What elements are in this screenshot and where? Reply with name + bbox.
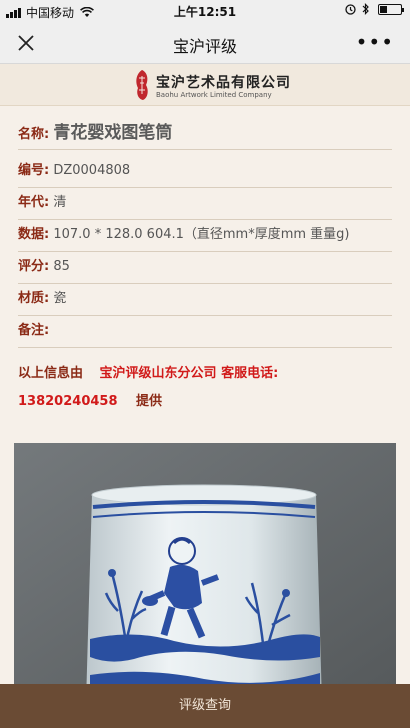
customer-service-phone[interactable]: 13820240458 — [18, 394, 118, 409]
status-bar: 中国移动 上午12:51 — [0, 0, 410, 22]
detail-label: 编号: — [18, 163, 50, 178]
battery-icon — [378, 3, 404, 15]
detail-label: 名称: — [18, 127, 50, 142]
detail-label: 数据: — [18, 227, 50, 242]
detail-row-era: 年代: 清 — [18, 190, 392, 220]
detail-label: 备注: — [18, 323, 50, 338]
detail-value: 青花婴戏图笔筒 — [53, 123, 173, 143]
page-title: 宝沪评级 — [172, 37, 237, 56]
notice-provider: 宝沪评级山东分公司 客服电话: — [99, 366, 279, 381]
company-header: 宝沪艺术品有限公司 Baohu Artwork Limited Company — [0, 64, 410, 106]
certificate-content: 名称: 青花婴戏图笔筒 编号: DZ0004808 年代: 清 数据: 107.… — [0, 106, 410, 684]
nav-bar: 宝沪评级 ••• — [0, 22, 410, 64]
company-name: 宝沪艺术品有限公司 — [156, 75, 291, 91]
detail-row-score: 评分: 85 — [18, 254, 392, 284]
detail-value: 瓷 — [53, 291, 67, 306]
provider-phone-line: 13820240458 提供 — [18, 390, 162, 409]
detail-row-name: 名称: 青花婴戏图笔筒 — [18, 118, 392, 150]
more-icon[interactable]: ••• — [356, 30, 394, 54]
lock-icon — [345, 3, 356, 15]
detail-label: 年代: — [18, 195, 50, 210]
product-photo — [14, 443, 396, 684]
notice-suffix: 提供 — [136, 394, 163, 409]
seal-logo-icon — [136, 70, 148, 100]
detail-row-data: 数据: 107.0 * 128.0 604.1（直径mm*厚度mm 重量g) — [18, 222, 392, 252]
bluetooth-icon — [362, 3, 369, 15]
detail-row-material: 材质: 瓷 — [18, 286, 392, 316]
grading-query-button[interactable]: 评级查询 — [0, 684, 410, 728]
detail-value: 85 — [53, 259, 70, 274]
detail-label: 材质: — [18, 291, 50, 306]
detail-value: 107.0 * 128.0 604.1（直径mm*厚度mm 重量g) — [53, 227, 350, 242]
detail-label: 评分: — [18, 259, 50, 274]
detail-value: 清 — [53, 195, 67, 210]
notice-prefix: 以上信息由 — [18, 366, 84, 381]
provider-notice: 以上信息由 宝沪评级山东分公司 客服电话: — [18, 362, 278, 381]
detail-row-remark: 备注: — [18, 318, 392, 348]
detail-value: DZ0004808 — [53, 163, 131, 178]
company-name-en: Baohu Artwork Limited Company — [156, 91, 272, 99]
detail-row-code: 编号: DZ0004808 — [18, 158, 392, 188]
brush-pot-image — [14, 443, 396, 684]
status-right — [345, 3, 404, 15]
